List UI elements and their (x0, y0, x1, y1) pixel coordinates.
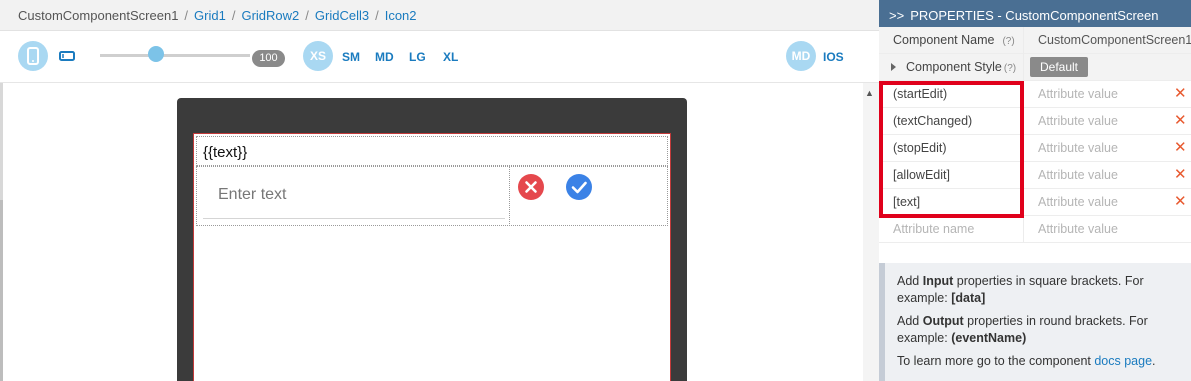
help-icon[interactable]: (?) (1004, 63, 1016, 74)
component-style-default-button[interactable]: Default (1030, 57, 1088, 77)
breadcrumb-separator: / (231, 8, 236, 23)
help-docs-text: To learn more go to the component docs p… (897, 354, 1156, 368)
zoom-slider-track[interactable] (100, 54, 250, 57)
platform-ios-button[interactable]: IOS (823, 50, 844, 64)
size-xl-button[interactable]: XL (443, 50, 458, 64)
phone-portrait-button[interactable] (18, 41, 48, 71)
component-name-label: Component Name (?) (893, 33, 1015, 47)
attribute-value-input[interactable]: Attribute value (1038, 141, 1118, 155)
grid-cell-divider (509, 166, 510, 226)
help-icon[interactable]: (?) (1002, 36, 1014, 47)
cancel-button[interactable] (518, 174, 544, 200)
phone-portrait-icon (27, 47, 39, 65)
cancel-icon (525, 181, 537, 193)
size-xs-button[interactable]: XS (303, 41, 333, 71)
new-attribute-value-input[interactable]: Attribute value (1038, 222, 1118, 236)
confirm-button[interactable] (566, 174, 592, 200)
text-binding-label: {{text}} (203, 144, 248, 161)
delete-attribute-icon[interactable]: ✕ (1174, 165, 1187, 183)
breadcrumb-separator: / (305, 8, 309, 23)
component-name-input[interactable]: CustomComponentScreen1 (1038, 33, 1191, 47)
delete-attribute-icon[interactable]: ✕ (1174, 192, 1187, 210)
zoom-value-badge: 100 (252, 50, 285, 67)
help-input-text: Add Input properties in square brackets.… (897, 274, 1144, 305)
canvas-left-scroll[interactable] (0, 200, 3, 381)
highlight-annotation-box (879, 81, 1024, 218)
platform-md-button[interactable]: MD (786, 41, 816, 71)
breadcrumb-separator: / (375, 8, 379, 23)
attribute-value-input[interactable]: Attribute value (1038, 114, 1118, 128)
check-icon (571, 181, 587, 194)
attribute-value-input[interactable]: Attribute value (1038, 168, 1118, 182)
phone-landscape-icon (59, 51, 75, 61)
breadcrumb: CustomComponentScreen1 / Grid1 / GridRow2 / Gr… (0, 0, 879, 31)
text-input-underline (203, 218, 505, 219)
size-sm-button[interactable]: SM (342, 50, 360, 64)
grid-row-text[interactable]: {{text}} (196, 136, 668, 166)
attribute-value-input[interactable]: Attribute value (1038, 195, 1118, 209)
delete-attribute-icon[interactable]: ✕ (1174, 111, 1187, 129)
canvas-scrollbar[interactable] (863, 83, 879, 381)
properties-title: PROPERTIES - CustomComponentScreen (910, 8, 1159, 23)
size-lg-button[interactable]: LG (409, 50, 426, 64)
breadcrumb-item-gridcell[interactable]: GridCell3 (315, 8, 369, 23)
breadcrumb-item-screen[interactable]: CustomComponentScreen1 (18, 8, 178, 23)
help-output-text: Add Output properties in round brackets.… (897, 314, 1148, 345)
new-attribute-row: Attribute name Attribute value (879, 216, 1191, 243)
breadcrumb-item-icon[interactable]: Icon2 (385, 8, 417, 23)
delete-attribute-icon[interactable]: ✕ (1174, 84, 1187, 102)
component-style-label[interactable]: Component Style (?) (891, 60, 1016, 74)
delete-attribute-icon[interactable]: ✕ (1174, 138, 1187, 156)
device-toolbar: 100 XS SM MD LG XL MD IOS (0, 31, 879, 83)
properties-help-box: Add Input properties in square brackets.… (879, 263, 1191, 381)
expand-triangle-icon (891, 63, 896, 71)
text-input-placeholder[interactable]: Enter text (218, 186, 286, 204)
new-attribute-name-input[interactable]: Attribute name (893, 222, 974, 236)
properties-panel: >> PROPERTIES - CustomComponentScreen Com… (879, 0, 1191, 381)
breadcrumb-item-gridrow[interactable]: GridRow2 (241, 8, 299, 23)
size-md-button[interactable]: MD (375, 50, 394, 64)
component-name-row: Component Name (?) CustomComponentScreen1 (879, 27, 1191, 54)
designer-area: CustomComponentScreen1 / Grid1 / GridRow2 / Gr… (0, 0, 879, 381)
collapse-panel-icon[interactable]: >> (889, 8, 904, 23)
scroll-up-arrow-icon[interactable]: ▲ (865, 88, 874, 98)
breadcrumb-separator: / (184, 8, 189, 23)
app-root: CustomComponentScreen1 / Grid1 / GridRow2 / Gr… (0, 0, 1191, 381)
attribute-value-input[interactable]: Attribute value (1038, 87, 1118, 101)
breadcrumb-item-grid[interactable]: Grid1 (194, 8, 226, 23)
phone-landscape-button[interactable] (57, 46, 77, 66)
zoom-slider-handle[interactable] (148, 46, 164, 62)
docs-page-link[interactable]: docs page (1094, 354, 1152, 368)
